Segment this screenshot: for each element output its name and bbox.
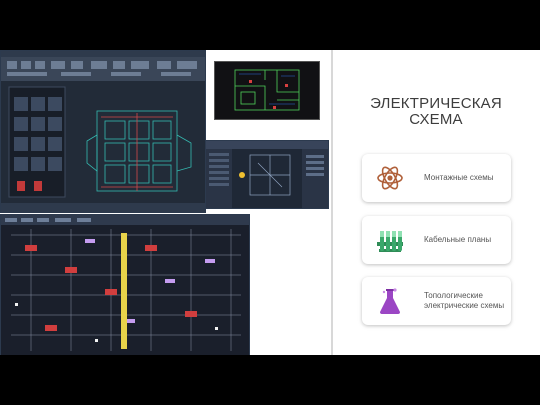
cad-plan-preview-image [215, 62, 319, 119]
card-cable-plans[interactable]: Кабельные планы [362, 216, 511, 264]
cad-3d-image [206, 141, 328, 208]
card-topological-schemes[interactable]: Топологические электрические схемы [362, 277, 511, 325]
flask-icon [380, 288, 400, 314]
slide-title: ЭЛЕКТРИЧЕСКАЯ СХЕМА [370, 95, 502, 128]
card-label: Монтажные схемы [424, 173, 494, 182]
cad-3d-window[interactable] [205, 140, 329, 209]
card-label: Кабельные планы [424, 235, 492, 244]
cad-floorplan-image [1, 51, 205, 212]
cad-schematic-window[interactable] [0, 214, 250, 355]
card-mounting-schemes[interactable]: Монтажные схемы [362, 154, 511, 202]
cad-schematic-image [1, 215, 249, 355]
cad-floorplan-window[interactable] [0, 50, 206, 213]
card-label: Топологические электрические схемы [424, 291, 505, 310]
divider-line [331, 50, 333, 355]
cad-plan-preview[interactable] [214, 61, 320, 120]
atom-icon [377, 166, 403, 190]
slide: ЭЛЕКТРИЧЕСКАЯ СХЕМА Монтажные схемы Кабе… [0, 50, 540, 355]
test-tubes-icon [377, 231, 403, 252]
